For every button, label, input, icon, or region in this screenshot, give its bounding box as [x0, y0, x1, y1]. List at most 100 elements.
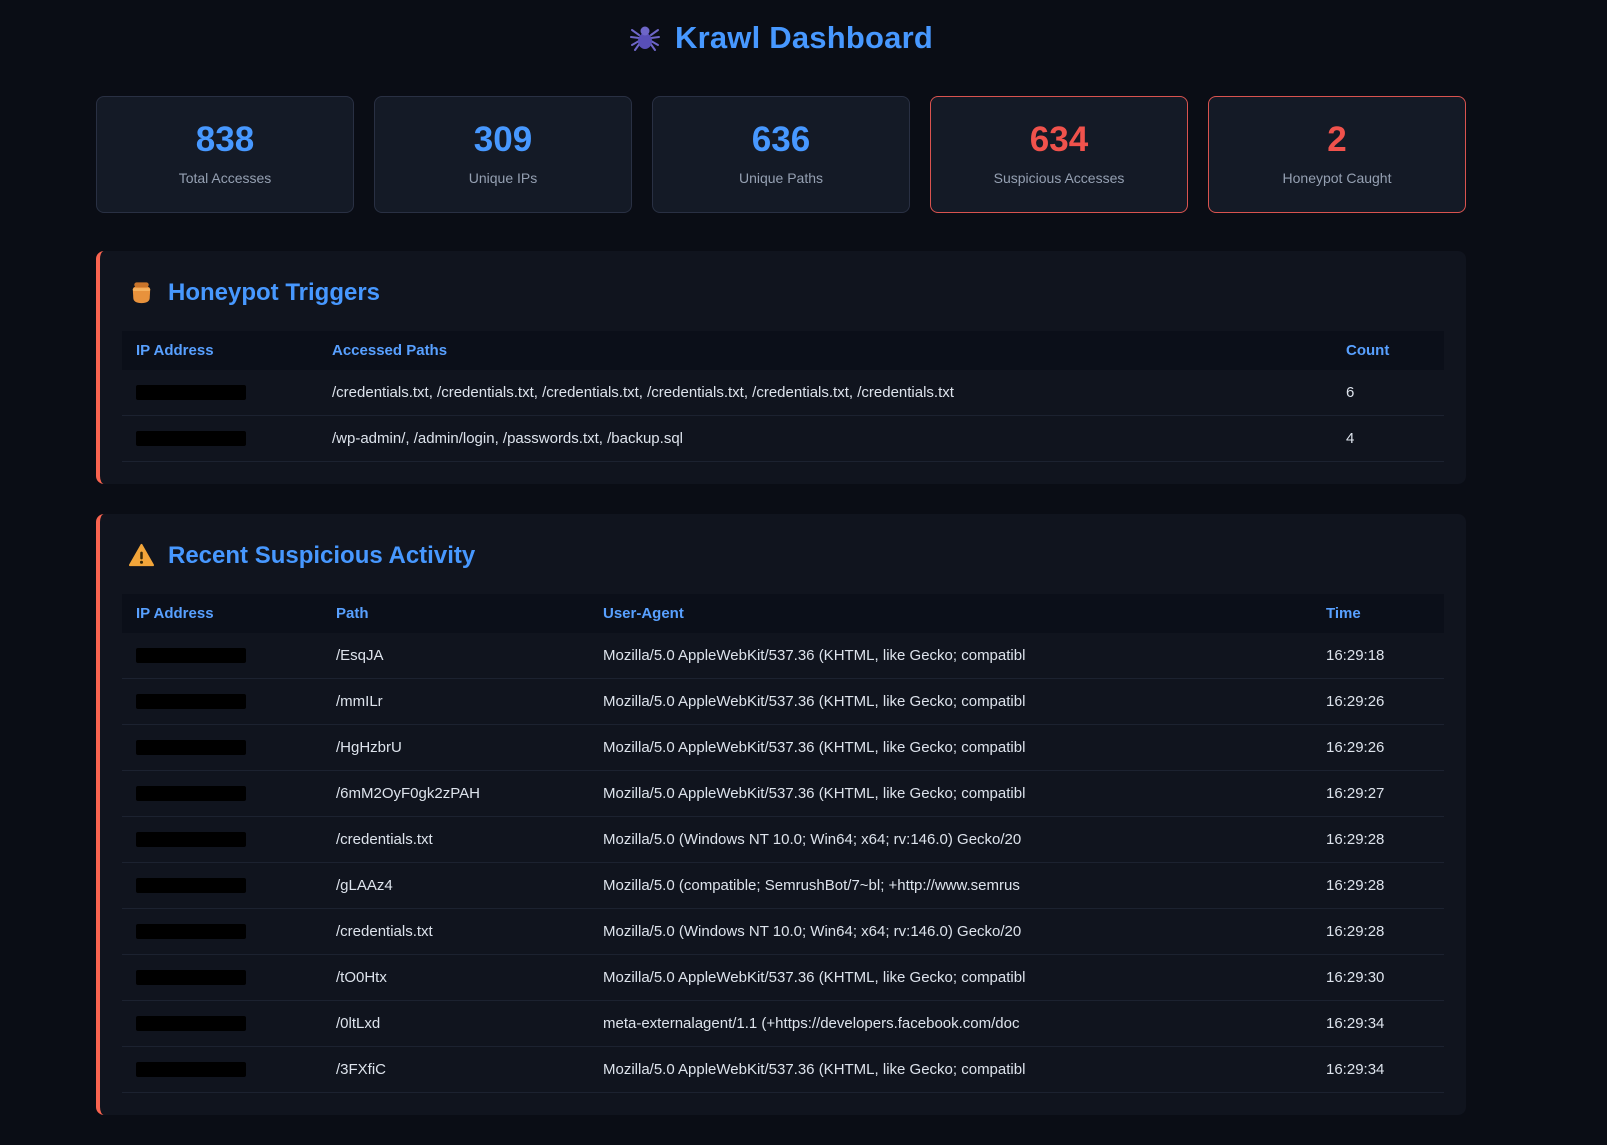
page-header: Krawl Dashboard [96, 20, 1466, 56]
activity-table-row: /tO0Htx Mozilla/5.0 AppleWebKit/537.36 (… [122, 954, 1444, 1000]
suspicious-panel-title-text: Recent Suspicious Activity [168, 542, 475, 570]
redacted-ip-bar [136, 1016, 246, 1031]
redacted-ip-bar [136, 1062, 246, 1077]
stat-value: 838 [107, 121, 343, 160]
cell-time: 16:29:18 [1312, 633, 1444, 679]
column-header-ip-address: IP Address [122, 331, 318, 370]
cell-time: 16:29:28 [1312, 816, 1444, 862]
stat-label: Suspicious Accesses [941, 170, 1177, 186]
cell-time: 16:29:28 [1312, 908, 1444, 954]
cell-ip [122, 816, 322, 862]
activity-table-row: /0ltLxd meta-externalagent/1.1 (+https:/… [122, 1000, 1444, 1046]
cell-time: 16:29:26 [1312, 724, 1444, 770]
stat-value: 636 [663, 121, 899, 160]
cell-path: /gLAAz4 [322, 862, 589, 908]
stat-value: 2 [1219, 121, 1455, 160]
column-header-accessed-paths: Accessed Paths [318, 331, 1332, 370]
stat-label: Unique IPs [385, 170, 621, 186]
activity-table-body: /EsqJA Mozilla/5.0 AppleWebKit/537.36 (K… [122, 633, 1444, 1093]
activity-table-row: /gLAAz4 Mozilla/5.0 (compatible; Semrush… [122, 862, 1444, 908]
cell-time: 16:29:34 [1312, 1046, 1444, 1092]
cell-ip [122, 954, 322, 1000]
cell-path: /0ltLxd [322, 1000, 589, 1046]
cell-path: /EsqJA [322, 633, 589, 679]
activity-table-row: /credentials.txt Mozilla/5.0 (Windows NT… [122, 816, 1444, 862]
dashboard-page: Krawl Dashboard 838 Total Accesses 309 U… [96, 0, 1466, 1115]
redacted-ip-bar [136, 648, 246, 663]
cell-ip [122, 678, 322, 724]
honeypot-panel-title: Honeypot Triggers [128, 279, 1444, 307]
cell-user-agent: Mozilla/5.0 AppleWebKit/537.36 (KHTML, l… [589, 633, 1312, 679]
stat-value: 309 [385, 121, 621, 160]
column-header-time: Time [1312, 594, 1444, 633]
cell-path: /mmILr [322, 678, 589, 724]
redacted-ip-bar [136, 385, 246, 400]
cell-ip [122, 1000, 322, 1046]
redacted-ip-bar [136, 832, 246, 847]
cell-user-agent: Mozilla/5.0 AppleWebKit/537.36 (KHTML, l… [589, 724, 1312, 770]
spider-icon [629, 22, 661, 54]
cell-count: 4 [1332, 415, 1444, 461]
cell-ip [122, 633, 322, 679]
stat-label: Honeypot Caught [1219, 170, 1455, 186]
activity-table-header-row: IP Address Path User-Agent Time [122, 594, 1444, 633]
redacted-ip-bar [136, 740, 246, 755]
cell-user-agent: Mozilla/5.0 (Windows NT 10.0; Win64; x64… [589, 816, 1312, 862]
honeypot-table: IP Address Accessed Paths Count /credent… [122, 331, 1444, 462]
cell-accessed-paths: /wp-admin/, /admin/login, /passwords.txt… [318, 415, 1332, 461]
stat-label: Unique Paths [663, 170, 899, 186]
stat-label: Total Accesses [107, 170, 343, 186]
stat-card-unique-ips: 309 Unique IPs [374, 96, 632, 213]
suspicious-panel-title: Recent Suspicious Activity [128, 542, 1444, 570]
stat-card-suspicious-accesses: 634 Suspicious Accesses [930, 96, 1188, 213]
honeypot-panel: Honeypot Triggers IP Address Accessed Pa… [96, 251, 1466, 484]
honeypot-table-row: /wp-admin/, /admin/login, /passwords.txt… [122, 415, 1444, 461]
honeypot-panel-title-text: Honeypot Triggers [168, 279, 380, 307]
honeypot-table-header-row: IP Address Accessed Paths Count [122, 331, 1444, 370]
honeypot-table-body: /credentials.txt, /credentials.txt, /cre… [122, 370, 1444, 462]
cell-time: 16:29:26 [1312, 678, 1444, 724]
redacted-ip-bar [136, 786, 246, 801]
cell-ip [122, 908, 322, 954]
cell-path: /6mM2OyF0gk2zPAH [322, 770, 589, 816]
activity-table-row: /credentials.txt Mozilla/5.0 (Windows NT… [122, 908, 1444, 954]
cell-time: 16:29:28 [1312, 862, 1444, 908]
cell-user-agent: meta-externalagent/1.1 (+https://develop… [589, 1000, 1312, 1046]
column-header-ip-address: IP Address [122, 594, 322, 633]
redacted-ip-bar [136, 924, 246, 939]
cell-user-agent: Mozilla/5.0 AppleWebKit/537.36 (KHTML, l… [589, 678, 1312, 724]
cell-ip [122, 370, 318, 416]
cell-ip [122, 1046, 322, 1092]
cell-accessed-paths: /credentials.txt, /credentials.txt, /cre… [318, 370, 1332, 416]
cell-path: /credentials.txt [322, 908, 589, 954]
cell-user-agent: Mozilla/5.0 AppleWebKit/537.36 (KHTML, l… [589, 954, 1312, 1000]
warning-icon [128, 542, 155, 569]
activity-table-row: /3FXfiC Mozilla/5.0 AppleWebKit/537.36 (… [122, 1046, 1444, 1092]
activity-table-row: /EsqJA Mozilla/5.0 AppleWebKit/537.36 (K… [122, 633, 1444, 679]
cell-time: 16:29:27 [1312, 770, 1444, 816]
redacted-ip-bar [136, 878, 246, 893]
stat-card-unique-paths: 636 Unique Paths [652, 96, 910, 213]
cell-path: /3FXfiC [322, 1046, 589, 1092]
cell-ip [122, 770, 322, 816]
redacted-ip-bar [136, 431, 246, 446]
honeypot-table-row: /credentials.txt, /credentials.txt, /cre… [122, 370, 1444, 416]
cell-ip [122, 862, 322, 908]
page-title: Krawl Dashboard [675, 20, 933, 56]
cell-count: 6 [1332, 370, 1444, 416]
suspicious-activity-panel: Recent Suspicious Activity IP Address Pa… [96, 514, 1466, 1115]
cell-ip [122, 724, 322, 770]
suspicious-activity-table: IP Address Path User-Agent Time /EsqJA M… [122, 594, 1444, 1093]
stat-value: 634 [941, 121, 1177, 160]
activity-table-row: /mmILr Mozilla/5.0 AppleWebKit/537.36 (K… [122, 678, 1444, 724]
stat-card-total-accesses: 838 Total Accesses [96, 96, 354, 213]
column-header-count: Count [1332, 331, 1444, 370]
cell-user-agent: Mozilla/5.0 AppleWebKit/537.36 (KHTML, l… [589, 1046, 1312, 1092]
cell-user-agent: Mozilla/5.0 (Windows NT 10.0; Win64; x64… [589, 908, 1312, 954]
column-header-user-agent: User-Agent [589, 594, 1312, 633]
cell-path: /credentials.txt [322, 816, 589, 862]
cell-ip [122, 415, 318, 461]
cell-path: /tO0Htx [322, 954, 589, 1000]
cell-path: /HgHzbrU [322, 724, 589, 770]
cell-time: 16:29:34 [1312, 1000, 1444, 1046]
